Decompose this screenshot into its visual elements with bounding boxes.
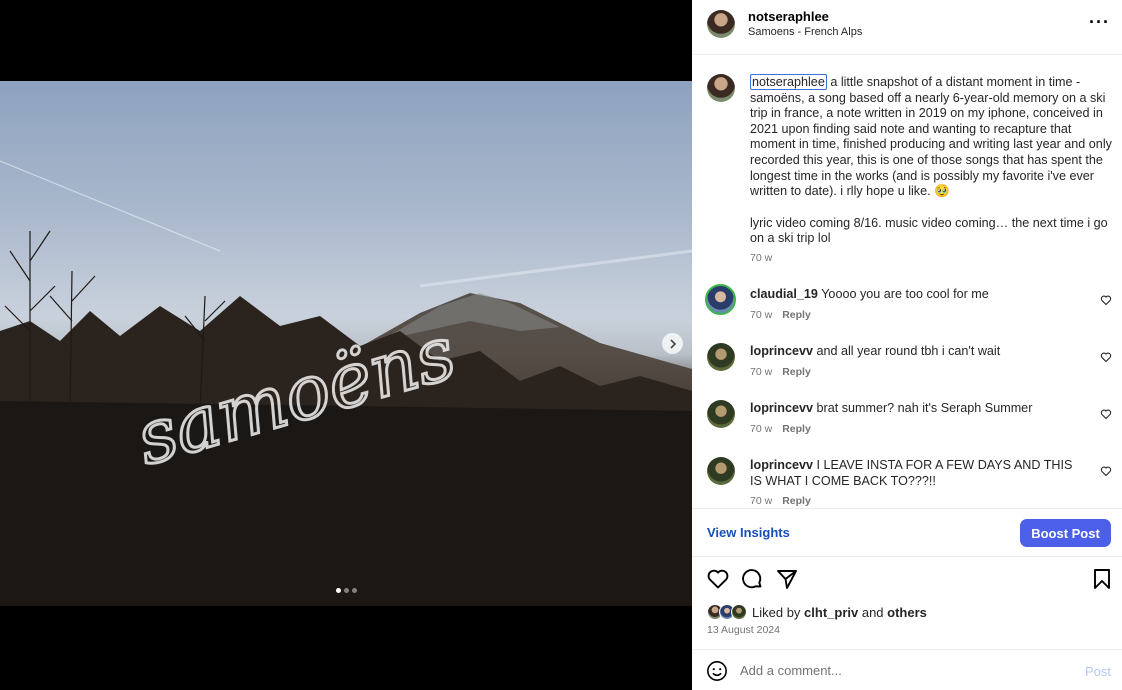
comment-username[interactable]: loprincevv (750, 401, 813, 415)
reply-button[interactable]: Reply (782, 495, 811, 507)
boost-post-button[interactable]: Boost Post (1020, 519, 1111, 547)
caption-avatar[interactable] (707, 74, 735, 102)
comment-age: 70 w (750, 495, 773, 508)
liker-avatars (707, 604, 747, 620)
comment-age: 70 w (750, 365, 773, 378)
comment-avatar[interactable] (705, 284, 736, 315)
heart-icon[interactable] (1100, 465, 1112, 477)
comment-text: Yoooo you are too cool for me (817, 287, 989, 301)
post-header: notseraphlee Samoens - French Alps ··· (692, 0, 1122, 55)
caption-age: 70 w (750, 251, 773, 264)
caption-text: a little snapshot of a distant moment in… (750, 75, 1112, 199)
comment-avatar[interactable] (707, 343, 735, 371)
location-link[interactable]: Samoens - French Alps (748, 26, 862, 38)
insights-bar: View Insights Boost Post (692, 508, 1122, 557)
likes-summary: Liked by clht_priv and others (707, 604, 927, 620)
comment-username[interactable]: loprincevv (750, 458, 813, 472)
post-actions (692, 567, 1122, 595)
comment-username[interactable]: loprincevv (750, 344, 813, 358)
view-insights-link[interactable]: View Insights (707, 525, 790, 540)
caption-text-2: lyric video coming 8/16. music video com… (750, 215, 1108, 246)
comment-text: and all year round tbh i can't wait (813, 344, 1001, 358)
avatar[interactable] (707, 10, 735, 38)
add-comment-bar: Post (692, 649, 1122, 690)
comment-icon[interactable] (740, 567, 764, 591)
comment-age: 70 w (750, 422, 773, 435)
comment-avatar[interactable] (707, 457, 735, 485)
comment-item: loprincevv I LEAVE INSTA FOR A FEW DAYS … (750, 458, 1080, 508)
media-viewer: samoëns (0, 0, 692, 690)
comment-text: brat summer? nah it's Seraph Summer (813, 401, 1033, 415)
liked-by-prefix: Liked by (752, 604, 805, 620)
heart-icon[interactable] (1100, 294, 1112, 306)
comment-username[interactable]: claudial_19 (750, 287, 818, 301)
post-details-panel: notseraphlee Samoens - French Alps ··· n… (692, 0, 1122, 690)
reply-button[interactable]: Reply (782, 366, 811, 378)
next-slide-button[interactable] (662, 333, 683, 354)
comment-item: claudial_19 Yoooo you are too cool for m… (750, 287, 1080, 323)
post-photo[interactable]: samoëns (0, 81, 692, 606)
bookmark-icon[interactable] (1090, 567, 1114, 591)
liked-by-mid: and (858, 604, 888, 620)
author-username[interactable]: notseraphlee (748, 9, 829, 24)
slide-dot-2 (343, 588, 349, 593)
caption-author-link[interactable]: notseraphlee (750, 74, 827, 90)
comment-avatar[interactable] (707, 400, 735, 428)
comments-scroll[interactable]: notseraphlee a little snapshot of a dist… (692, 56, 1122, 508)
caption: notseraphlee a little snapshot of a dist… (750, 74, 1114, 267)
liked-by-user[interactable]: clht_priv (804, 605, 858, 620)
comment-age: 70 w (750, 308, 773, 321)
post-date: 13 August 2024 (707, 624, 780, 636)
reply-button[interactable]: Reply (782, 423, 811, 435)
share-icon[interactable] (775, 567, 799, 591)
chevron-right-icon (669, 338, 676, 349)
emoji-icon[interactable] (706, 660, 728, 682)
heart-icon[interactable] (1100, 408, 1112, 420)
comment-item: loprincevv and all year round tbh i can'… (750, 344, 1080, 380)
avatar (731, 604, 747, 620)
heart-icon[interactable] (1100, 351, 1112, 363)
slide-dot-3 (351, 588, 357, 593)
comment-item: loprincevv brat summer? nah it's Seraph … (750, 401, 1080, 437)
liked-by-others[interactable]: others (887, 605, 927, 620)
more-options-icon[interactable]: ··· (1089, 12, 1110, 33)
slide-indicator (0, 588, 692, 593)
heart-icon[interactable] (706, 567, 730, 591)
comment-input[interactable] (740, 663, 1070, 678)
slide-dot-1 (335, 588, 341, 593)
post-comment-button[interactable]: Post (1085, 664, 1111, 679)
reply-button[interactable]: Reply (782, 309, 811, 321)
